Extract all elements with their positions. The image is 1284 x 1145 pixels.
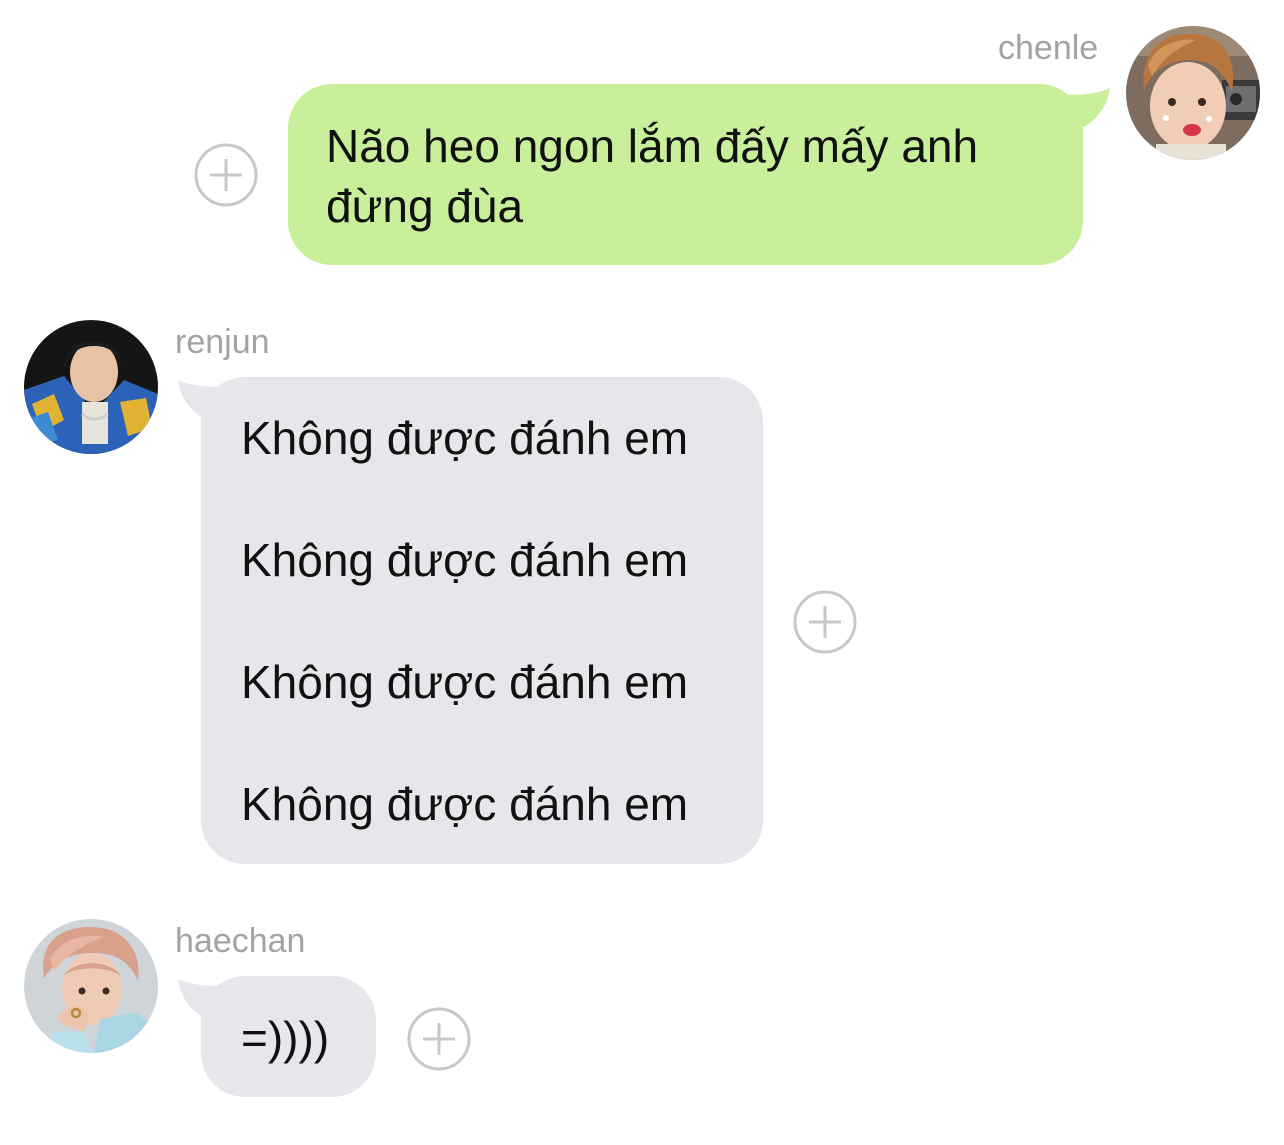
- message-line: Không được đánh em: [241, 778, 689, 830]
- message-bubble[interactable]: Không được đánh em Không được đánh em Kh…: [201, 377, 763, 864]
- message-bubble[interactable]: =)))): [201, 976, 376, 1097]
- message-line: đừng đùa: [326, 180, 524, 232]
- message-line: Không được đánh em: [241, 534, 689, 586]
- plus-circle-icon[interactable]: [793, 590, 857, 654]
- avatar[interactable]: [24, 919, 158, 1053]
- plus-circle-icon[interactable]: [407, 1007, 471, 1071]
- message-line: Không được đánh em: [241, 412, 689, 464]
- sender-name: haechan: [175, 922, 306, 960]
- sender-name: renjun: [175, 323, 270, 361]
- message-line: Không được đánh em: [241, 656, 689, 708]
- message-line: =)))): [241, 1012, 330, 1064]
- avatar[interactable]: [1126, 26, 1260, 160]
- sender-name: chenle: [998, 29, 1099, 67]
- avatar[interactable]: [24, 320, 158, 454]
- plus-circle-icon[interactable]: [194, 143, 258, 207]
- message-bubble[interactable]: Não heo ngon lắm đấy mấy anh đừng đùa: [288, 84, 1083, 265]
- message-line: Não heo ngon lắm đấy mấy anh: [326, 120, 979, 172]
